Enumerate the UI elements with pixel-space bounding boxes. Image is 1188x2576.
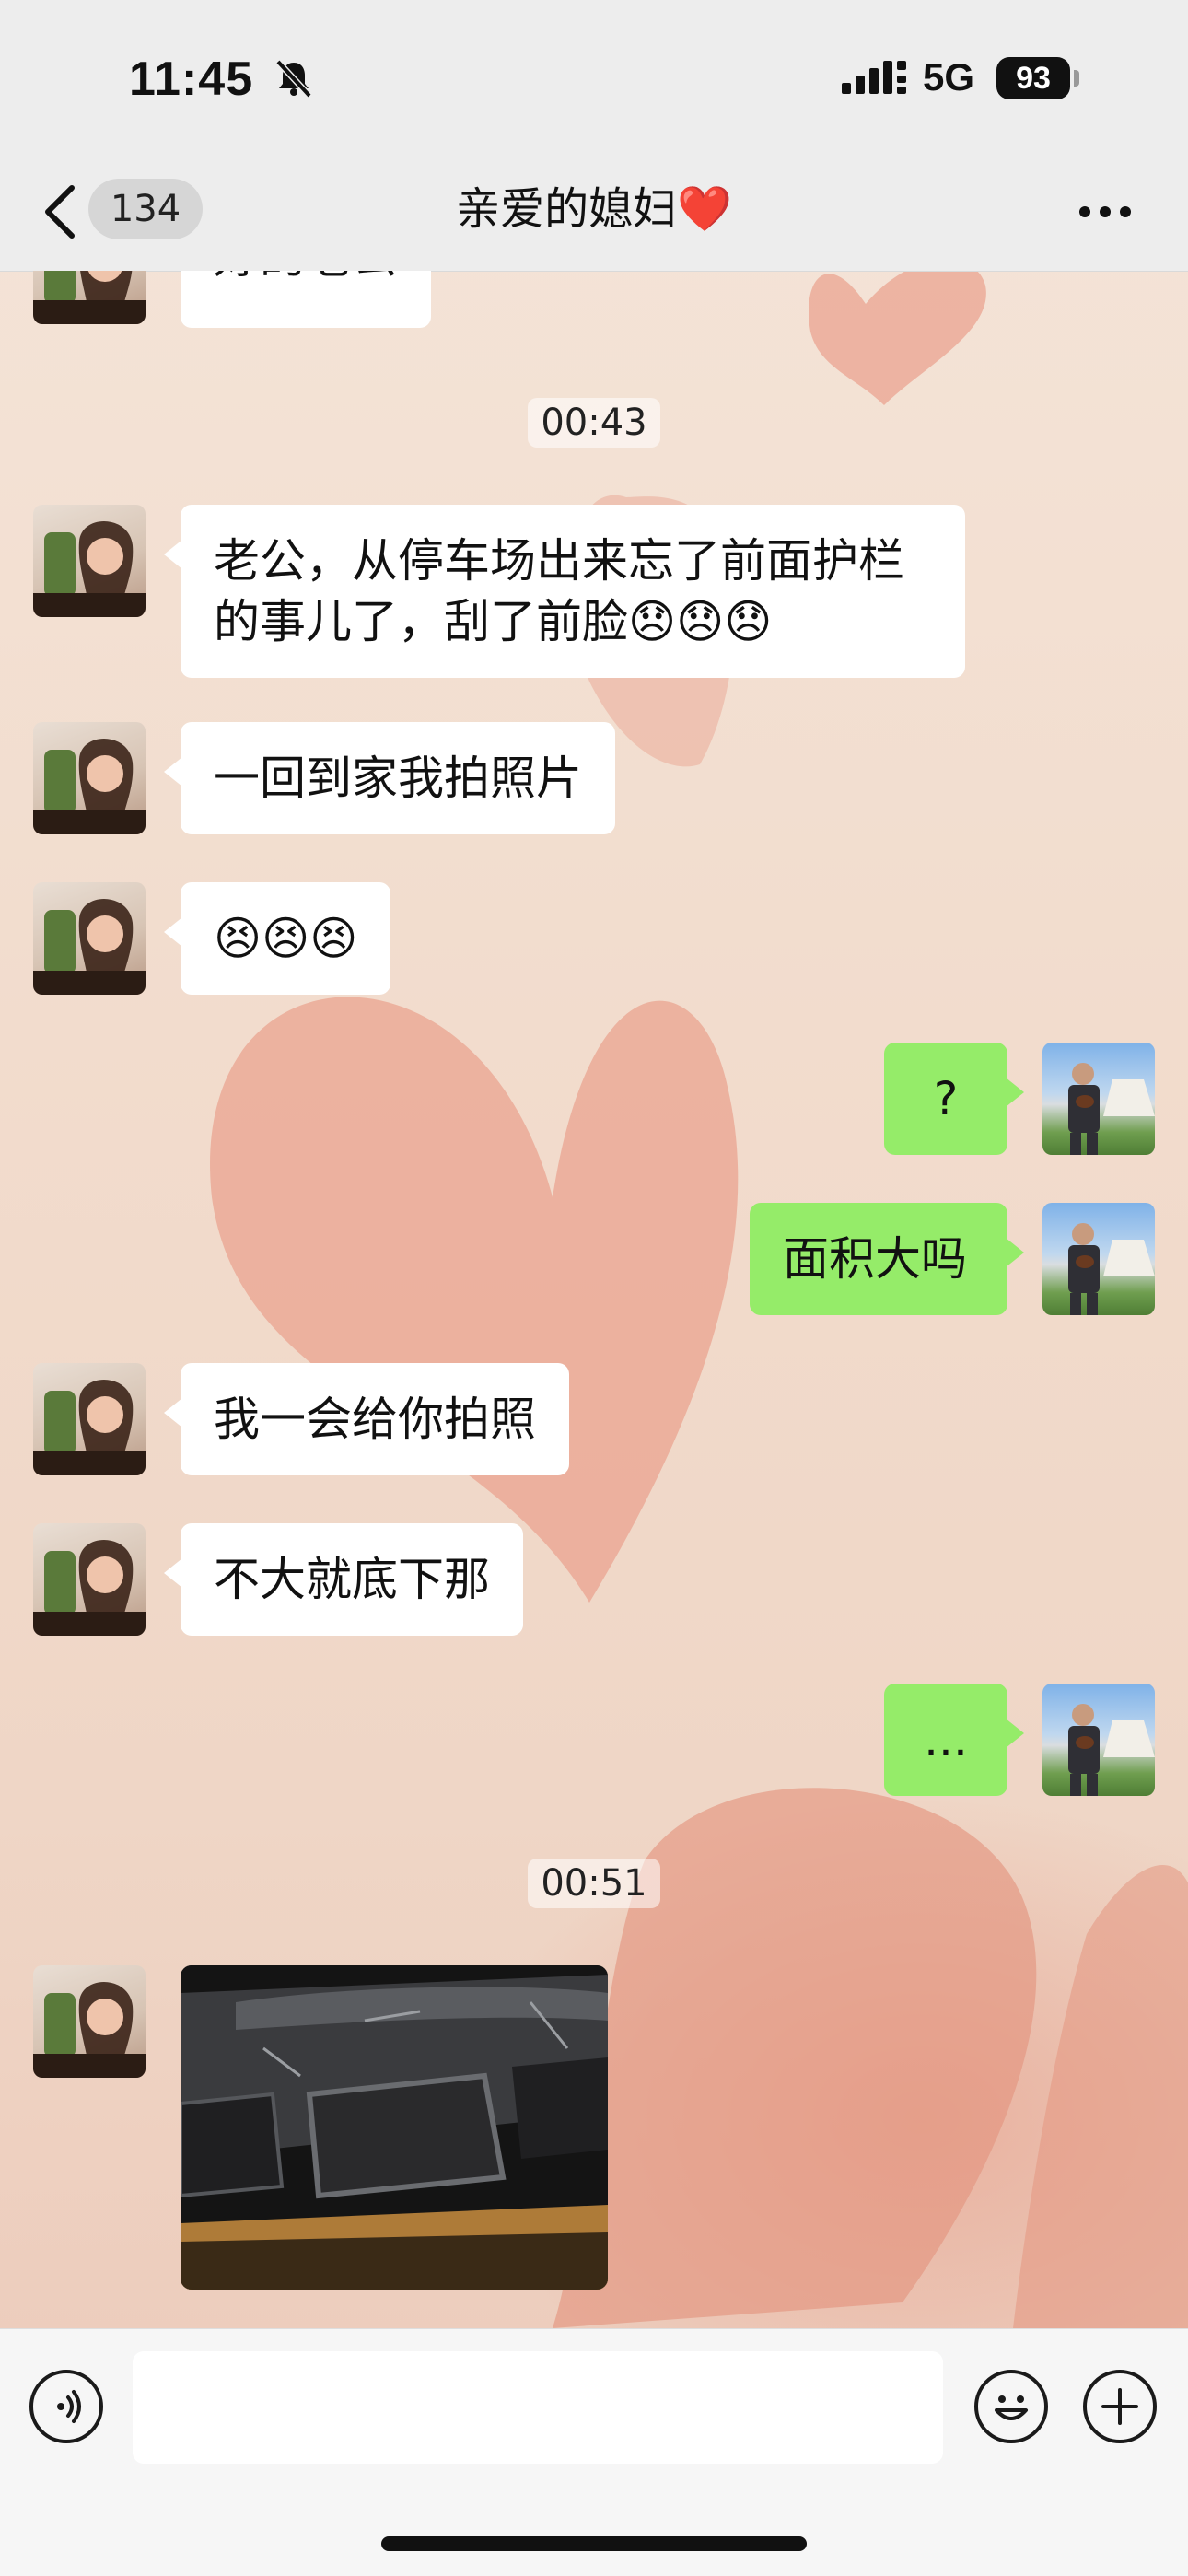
plus-icon — [1101, 2388, 1138, 2425]
message-text: 好的老公 — [214, 271, 398, 284]
message-bubble-sent[interactable]: ... — [884, 1684, 1024, 1796]
message-bubble-received[interactable]: 不大就底下那 — [164, 1523, 523, 1636]
network-type: 5G — [923, 55, 975, 99]
contact-avatar[interactable] — [33, 882, 146, 995]
message-text: ... — [924, 1713, 968, 1766]
contact-avatar[interactable] — [33, 271, 146, 324]
avatar-portrait — [1068, 1704, 1155, 1796]
message-text: ? — [933, 1072, 959, 1125]
chat-title: 亲爱的媳妇❤️ — [0, 179, 1188, 239]
avatar-portrait — [33, 1981, 146, 2078]
avatar-portrait — [33, 1539, 146, 1636]
status-bar: 11:45 5G 93 — [0, 0, 1188, 157]
message-text: 我一会给你拍照 — [214, 1393, 536, 1446]
message-text: 不大就底下那 — [214, 1553, 490, 1606]
more-functions-button[interactable] — [1083, 2370, 1157, 2443]
contact-avatar[interactable] — [33, 722, 146, 834]
chat-title-text: 亲爱的媳妇 — [456, 183, 678, 235]
message-line: 的事儿了，刮了前脸 — [214, 595, 628, 648]
message-bubble-received[interactable]: 好的老公 — [181, 271, 431, 328]
contact-avatar[interactable] — [33, 1523, 146, 1636]
timestamp: 00:51 — [0, 1859, 1188, 1908]
my-avatar[interactable] — [1042, 1684, 1155, 1796]
more-options-icon[interactable] — [1077, 203, 1133, 221]
image-message[interactable] — [181, 1965, 608, 2290]
battery-tip — [1074, 70, 1079, 87]
message-input[interactable] — [133, 2351, 943, 2464]
sad-face-emojis: 😞😞😞 — [628, 595, 773, 648]
contact-avatar[interactable] — [33, 1965, 146, 2078]
avatar-portrait — [1068, 1063, 1155, 1155]
timestamp-label: 00:51 — [528, 1859, 660, 1908]
avatar-portrait — [33, 1379, 146, 1475]
smile-icon — [995, 2395, 1028, 2420]
chat-header: 134 亲爱的媳妇❤️ — [0, 157, 1188, 272]
emoji-button[interactable] — [974, 2370, 1048, 2443]
my-avatar[interactable] — [1042, 1043, 1155, 1155]
battery-indicator: 93 — [996, 57, 1070, 99]
message-line: 老公，从停车场出来忘了前面护栏 — [214, 534, 904, 588]
timestamp-label: 00:43 — [528, 398, 660, 448]
message-bubble-received[interactable]: 我一会给你拍照 — [164, 1363, 569, 1475]
voice-input-button[interactable] — [29, 2370, 103, 2443]
message-text: 面积大吗 — [783, 1232, 967, 1286]
message-bubble-sent[interactable]: 面积大吗 — [750, 1203, 1024, 1315]
message-bubble-received[interactable]: 一回到家我拍照片 — [164, 722, 615, 834]
my-avatar[interactable] — [1042, 1203, 1155, 1315]
car-bumper-photo — [181, 1965, 608, 2290]
frustrated-face-emojis: 😣😣😣 — [214, 912, 358, 965]
message-bubble-sent[interactable]: ? — [884, 1043, 1024, 1155]
message-bubble-received[interactable]: 老公，从停车场出来忘了前面护栏 的事儿了，刮了前脸😞😞😞 — [164, 505, 965, 678]
message-bubble-received[interactable]: 😣😣😣 — [163, 882, 391, 995]
voice-icon — [57, 2390, 81, 2423]
avatar-portrait — [33, 898, 146, 995]
message-list[interactable]: 好的老公 00:43 老公，从停车场出来忘了前面护栏 的事儿了，刮了前脸😞😞😞 … — [0, 271, 1188, 2328]
avatar-portrait — [33, 271, 146, 324]
avatar-portrait — [33, 738, 146, 834]
avatar-portrait — [1068, 1223, 1155, 1315]
timestamp: 00:43 — [0, 398, 1188, 448]
home-indicator[interactable] — [381, 2536, 807, 2551]
message-text: 一回到家我拍照片 — [214, 752, 582, 805]
muted-bell-icon — [275, 59, 312, 99]
message-line-with-emoji: 的事儿了，刮了前脸😞😞😞 — [214, 591, 932, 652]
avatar-portrait — [33, 520, 146, 617]
contact-avatar[interactable] — [33, 1363, 146, 1475]
status-time: 11:45 — [129, 52, 254, 106]
heart-emoji: ❤️ — [677, 183, 732, 235]
contact-avatar[interactable] — [33, 505, 146, 617]
signal-icon — [842, 61, 906, 94]
